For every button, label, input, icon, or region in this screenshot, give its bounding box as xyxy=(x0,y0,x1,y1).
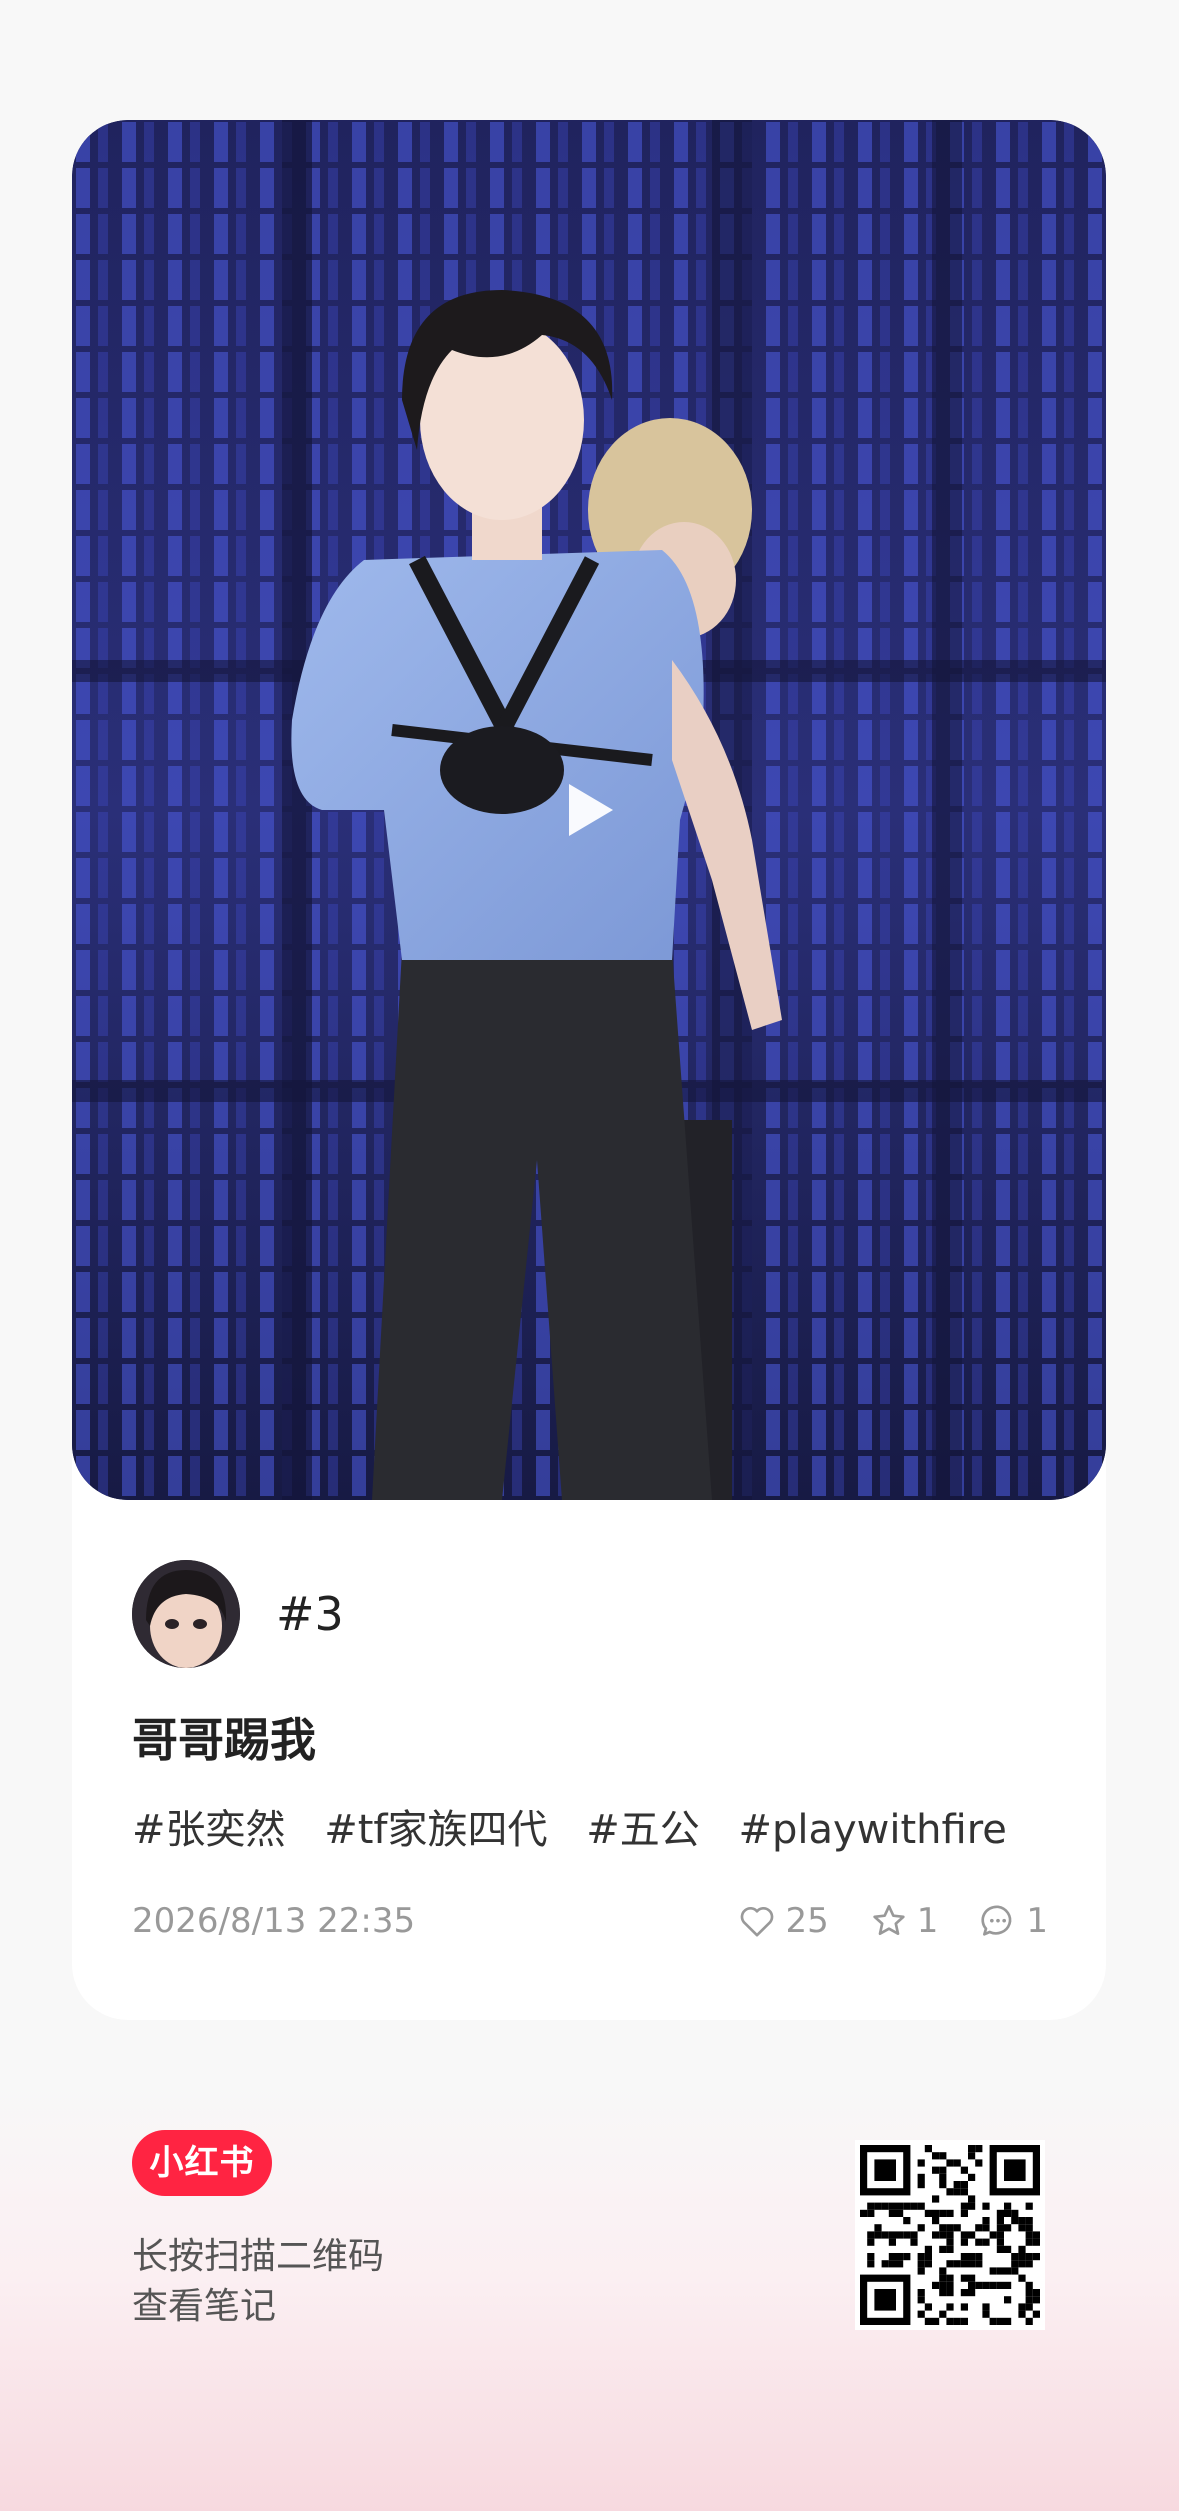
post-date: 2026/8/13 22:35 xyxy=(132,1901,416,1941)
qr-code[interactable] xyxy=(855,2140,1045,2330)
engagement-stats: 25 1 1 xyxy=(697,1898,1048,1944)
play-icon[interactable] xyxy=(561,780,617,840)
comment-count: 1 xyxy=(1026,1901,1048,1941)
avatar-image xyxy=(132,1560,240,1668)
comment-icon xyxy=(981,1905,1012,1936)
star-icon xyxy=(873,1905,905,1935)
note-title: 哥哥踢我 xyxy=(132,1713,316,1767)
video-cover[interactable] xyxy=(72,120,1106,1500)
brand-logo: 小红书 xyxy=(132,2130,272,2196)
scan-hint-line: 查看笔记 xyxy=(132,2286,277,2327)
scan-hint-line: 长按扫描二维码 xyxy=(132,2236,385,2277)
heart-icon xyxy=(741,1907,774,1937)
tag-link[interactable]: #五公 xyxy=(586,1807,700,1853)
scan-hint: 长按扫描二维码 查看笔记 xyxy=(132,2232,384,2332)
note-card[interactable]: #3 哥哥踢我 #张奕然 #tf家族四代 #五公 #playwithfire 2… xyxy=(72,120,1106,2020)
collect-button[interactable]: 1 xyxy=(869,1901,939,1941)
comment-button[interactable]: 1 xyxy=(978,1901,1048,1941)
like-button[interactable]: 25 xyxy=(737,1901,829,1941)
collect-count: 1 xyxy=(916,1901,939,1941)
tag-link[interactable]: #tf家族四代 xyxy=(324,1807,547,1853)
tag-list: #张奕然 #tf家族四代 #五公 #playwithfire xyxy=(132,1802,1033,1858)
note-meta: #3 哥哥踢我 #张奕然 #tf家族四代 #五公 #playwithfire 2… xyxy=(72,1500,1106,2020)
avatar[interactable] xyxy=(132,1560,240,1668)
qr-code-image xyxy=(860,2145,1040,2325)
tag-link[interactable]: #张奕然 xyxy=(132,1807,286,1853)
tag-link[interactable]: #playwithfire xyxy=(738,1807,1006,1853)
author-name[interactable]: #3 xyxy=(276,1584,344,1644)
like-count: 25 xyxy=(785,1901,829,1941)
